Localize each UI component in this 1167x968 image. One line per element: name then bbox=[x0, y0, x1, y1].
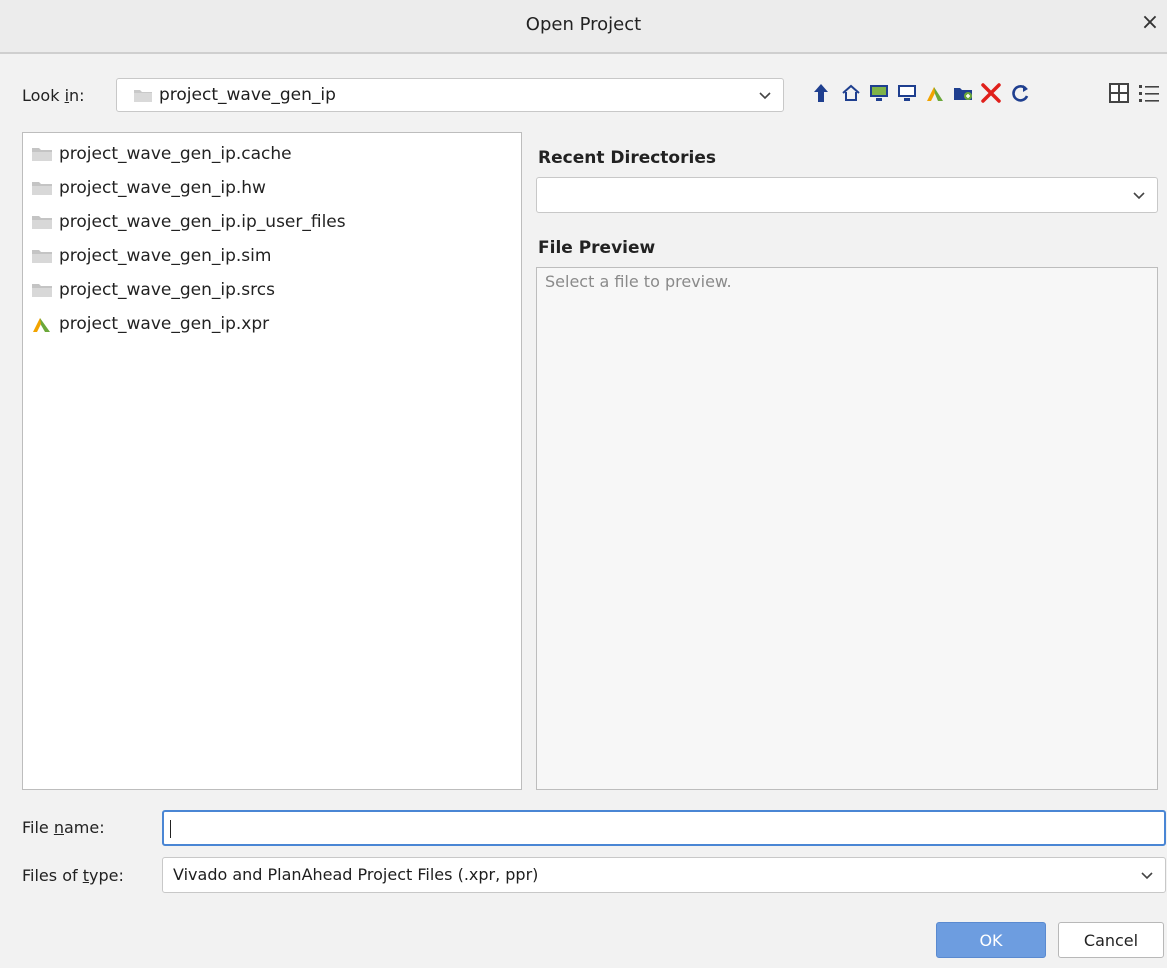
dialog-title: Open Project bbox=[525, 14, 642, 35]
file-list-item[interactable]: project_wave_gen_ip.sim bbox=[31, 243, 271, 269]
file-list-item[interactable]: project_wave_gen_ip.xpr bbox=[31, 311, 269, 337]
files-of-type-value: Vivado and PlanAhead Project Files (.xpr… bbox=[173, 865, 539, 884]
files-of-type-combobox[interactable]: Vivado and PlanAhead Project Files (.xpr… bbox=[162, 857, 1166, 893]
cancel-button[interactable]: Cancel bbox=[1058, 922, 1164, 958]
text-cursor bbox=[170, 820, 171, 838]
computer-icon[interactable] bbox=[894, 80, 920, 106]
home-icon[interactable] bbox=[838, 80, 864, 106]
folder-icon bbox=[32, 182, 52, 195]
look-in-combobox[interactable]: project_wave_gen_ip bbox=[116, 78, 784, 112]
recent-directories-heading: Recent Directories bbox=[538, 148, 716, 168]
ok-button[interactable]: OK bbox=[936, 922, 1046, 958]
folder-icon bbox=[32, 250, 52, 263]
folder-icon bbox=[32, 148, 52, 161]
vivado-icon[interactable] bbox=[922, 80, 948, 106]
look-in-value: project_wave_gen_ip bbox=[159, 85, 336, 105]
file-name-label: File name: bbox=[22, 818, 105, 837]
file-list-item[interactable]: project_wave_gen_ip.hw bbox=[31, 175, 266, 201]
file-preview-panel: Select a file to preview. bbox=[536, 267, 1158, 790]
list-view-icon[interactable] bbox=[1106, 80, 1132, 106]
file-preview-heading: File Preview bbox=[538, 238, 656, 258]
file-list[interactable]: project_wave_gen_ip.cache project_wave_g… bbox=[22, 132, 522, 790]
title-bar: Open Project × bbox=[0, 0, 1167, 54]
vivado-project-icon bbox=[33, 318, 50, 332]
refresh-icon[interactable] bbox=[1008, 80, 1034, 106]
file-name-input[interactable] bbox=[162, 810, 1166, 846]
new-folder-icon[interactable] bbox=[950, 80, 976, 106]
folder-icon bbox=[133, 87, 153, 108]
chevron-down-icon bbox=[1133, 192, 1145, 200]
recent-directories-combobox[interactable] bbox=[536, 177, 1158, 213]
look-in-label: Look in: bbox=[22, 86, 85, 105]
desktop-icon[interactable] bbox=[866, 80, 892, 106]
close-button[interactable]: × bbox=[1137, 10, 1163, 36]
chevron-down-icon bbox=[759, 92, 771, 100]
delete-icon[interactable] bbox=[978, 80, 1004, 106]
chevron-down-icon bbox=[1141, 872, 1153, 880]
up-folder-icon[interactable] bbox=[808, 80, 834, 106]
file-preview-placeholder: Select a file to preview. bbox=[545, 272, 732, 291]
file-list-item[interactable]: project_wave_gen_ip.cache bbox=[31, 141, 292, 167]
file-list-item[interactable]: project_wave_gen_ip.srcs bbox=[31, 277, 275, 303]
folder-icon bbox=[32, 216, 52, 229]
file-list-item[interactable]: project_wave_gen_ip.ip_user_files bbox=[31, 209, 346, 235]
files-of-type-label: Files of type: bbox=[22, 866, 124, 885]
details-view-icon[interactable] bbox=[1136, 80, 1162, 106]
folder-icon bbox=[32, 284, 52, 297]
